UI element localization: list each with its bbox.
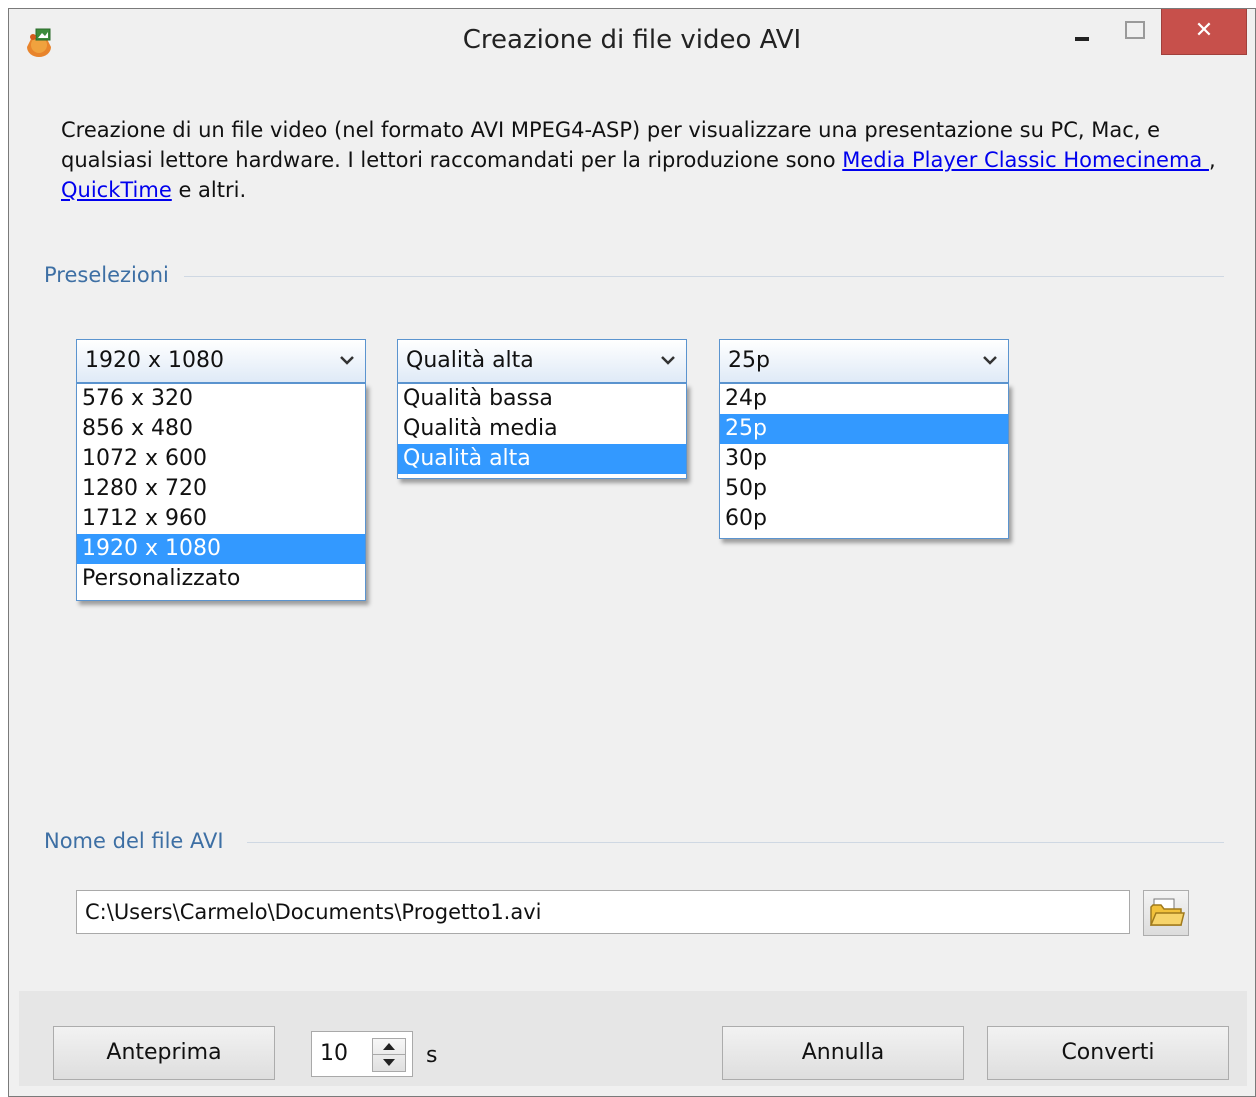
file-path-input[interactable]: C:\Users\Carmelo\Documents\Progetto1.avi — [76, 890, 1130, 934]
cancel-button[interactable]: Annulla — [722, 1026, 964, 1080]
chevron-down-icon — [340, 356, 354, 365]
resolution-option[interactable]: 1712 x 960 — [77, 504, 365, 534]
chevron-down-icon — [983, 356, 997, 365]
framerate-option[interactable]: 30p — [720, 444, 1008, 474]
framerate-list: 24p 25p 30p 50p 60p — [719, 383, 1009, 539]
link-media-player-classic[interactable]: Media Player Classic Homecinema — [842, 148, 1209, 172]
framerate-dropdown[interactable]: 25p — [719, 339, 1009, 383]
resolution-list: 576 x 320 856 x 480 1072 x 600 1280 x 72… — [76, 383, 366, 601]
presets-divider — [184, 276, 1224, 277]
resolution-dropdown[interactable]: 1920 x 1080 — [76, 339, 366, 383]
resolution-option[interactable]: 856 x 480 — [77, 414, 365, 444]
description-text: Creazione di un file video (nel formato … — [61, 118, 1216, 202]
framerate-option-selected[interactable]: 25p — [720, 414, 1008, 444]
duration-spinbox[interactable]: 10 — [311, 1031, 413, 1077]
maximize-button[interactable] — [1109, 9, 1159, 55]
framerate-option[interactable]: 50p — [720, 474, 1008, 504]
spin-down-icon[interactable] — [373, 1055, 405, 1071]
filename-divider — [247, 842, 1224, 843]
quality-option[interactable]: Qualità bassa — [398, 384, 686, 414]
resolution-option[interactable]: 576 x 320 — [77, 384, 365, 414]
framerate-option[interactable]: 24p — [720, 384, 1008, 414]
duration-value[interactable]: 10 — [320, 1041, 348, 1066]
spin-up-icon[interactable] — [373, 1039, 405, 1055]
convert-button[interactable]: Converti — [987, 1026, 1229, 1080]
dialog-window: Creazione di file video AVI ✕ Creazione … — [8, 8, 1256, 1097]
quality-list: Qualità bassa Qualità media Qualità alta — [397, 383, 687, 479]
link-quicktime[interactable]: QuickTime — [61, 178, 172, 202]
resolution-selected: 1920 x 1080 — [85, 348, 224, 373]
resolution-option[interactable]: 1072 x 600 — [77, 444, 365, 474]
dialog-body: Creazione di un file video (nel formato … — [19, 73, 1247, 1086]
minimize-button[interactable] — [1057, 9, 1107, 55]
resolution-option[interactable]: Personalizzato — [77, 564, 365, 594]
quality-option[interactable]: Qualità media — [398, 414, 686, 444]
duration-unit: s — [426, 1043, 438, 1068]
browse-button[interactable] — [1143, 890, 1189, 936]
framerate-option[interactable]: 60p — [720, 504, 1008, 534]
framerate-selected: 25p — [728, 348, 770, 373]
button-bar: Anteprima 10 s Annulla Converti — [19, 991, 1247, 1086]
preview-button[interactable]: Anteprima — [53, 1026, 275, 1080]
title-bar[interactable]: Creazione di file video AVI ✕ — [9, 9, 1255, 73]
quality-selected: Qualità alta — [406, 348, 534, 373]
presets-group-label: Preselezioni — [44, 263, 169, 287]
folder-open-icon — [1149, 898, 1185, 926]
resolution-option[interactable]: 1280 x 720 — [77, 474, 365, 504]
quality-option-selected[interactable]: Qualità alta — [398, 444, 686, 474]
close-button[interactable]: ✕ — [1161, 9, 1247, 55]
duration-spinner[interactable] — [372, 1038, 406, 1072]
filename-group-label: Nome del file AVI — [44, 829, 224, 853]
quality-dropdown[interactable]: Qualità alta — [397, 339, 687, 383]
resolution-option-selected[interactable]: 1920 x 1080 — [77, 534, 365, 564]
close-icon: ✕ — [1194, 18, 1214, 43]
chevron-down-icon — [661, 356, 675, 365]
